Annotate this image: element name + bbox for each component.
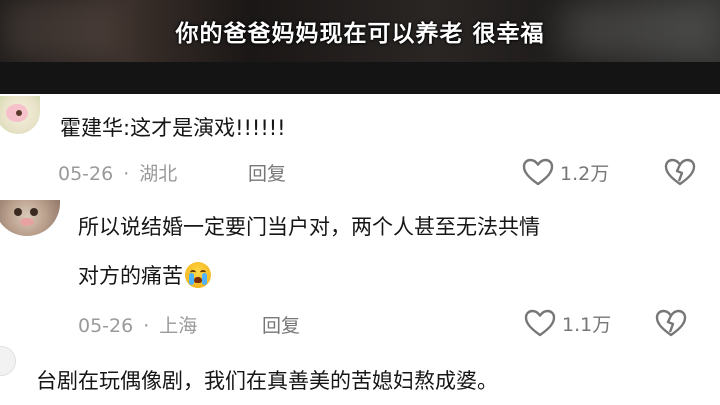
separator-dot: · bbox=[123, 163, 130, 185]
reply-button[interactable]: 回复 bbox=[248, 159, 286, 186]
like-count: 1.1万 bbox=[562, 313, 612, 336]
avatar[interactable] bbox=[0, 96, 40, 134]
heart-icon bbox=[524, 309, 556, 337]
broken-heart-icon[interactable] bbox=[664, 157, 696, 187]
comment-text: 霍建华:这才是演戏!!!!!! bbox=[60, 116, 286, 140]
video-dark-band bbox=[0, 62, 720, 94]
like-count: 1.2万 bbox=[560, 162, 610, 185]
comment-location: 上海 bbox=[159, 315, 198, 337]
comment-text-line-2-content: 对方的痛苦 bbox=[78, 264, 183, 288]
video-player[interactable]: 你的爸爸妈妈现在可以养老 很幸福 bbox=[0, 0, 720, 94]
avatar[interactable] bbox=[0, 200, 60, 236]
video-subtitle: 你的爸爸妈妈现在可以养老 很幸福 bbox=[175, 21, 545, 47]
separator-dot: · bbox=[143, 315, 150, 337]
like-button[interactable]: 1.2万 bbox=[522, 157, 609, 187]
comment-date: 05-26 bbox=[78, 315, 134, 337]
broken-heart-icon[interactable] bbox=[655, 308, 687, 338]
comment-text-line-1: 所以说结婚一定要门当户对，两个人甚至无法共情 bbox=[78, 215, 540, 239]
comment-meta: 05-26 · 上海 bbox=[78, 311, 197, 338]
loudly-crying-face-icon bbox=[185, 262, 211, 288]
like-button[interactable]: 1.1万 bbox=[524, 308, 611, 338]
heart-icon bbox=[522, 158, 554, 186]
comment-text-line-2: 对方的痛苦 bbox=[78, 262, 211, 290]
comment-location: 湖北 bbox=[139, 163, 178, 185]
avatar[interactable] bbox=[0, 346, 16, 376]
comment-text: 台剧在玩偶像剧，我们在真善美的苦媳妇熬成婆。 bbox=[36, 369, 498, 393]
comment-meta: 05-26 · 湖北 bbox=[58, 159, 177, 186]
reply-button[interactable]: 回复 bbox=[262, 311, 300, 338]
comment-date: 05-26 bbox=[58, 163, 114, 185]
